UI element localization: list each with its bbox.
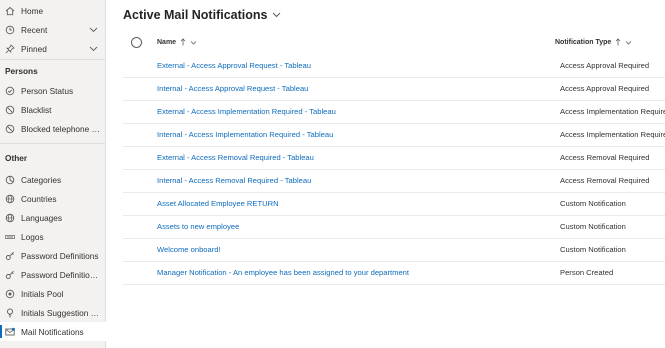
nav-mail-notifications[interactable]: Mail Notifications: [0, 322, 106, 341]
chevron-down-icon[interactable]: [625, 39, 632, 46]
nav-password-definition-2-label: Password Definition ...: [21, 269, 102, 280]
globe-icon: [5, 194, 15, 204]
chevron-down-icon[interactable]: [89, 44, 98, 53]
row-name-link[interactable]: External - Access Approval Request - Tab…: [157, 61, 311, 70]
sort-ascending-icon: [615, 38, 621, 46]
column-header-notification-type[interactable]: Notification Type: [555, 38, 632, 46]
globe-icon: [5, 213, 15, 223]
nav-mail-notifications-label: Mail Notifications: [21, 326, 84, 337]
nav-recent[interactable]: Recent: [0, 20, 106, 39]
column-header-type-label: Notification Type: [555, 38, 612, 46]
nav-initials-pool[interactable]: Initials Pool: [0, 284, 106, 303]
nav-blacklist[interactable]: Blacklist: [0, 100, 106, 119]
page-title-text: Active Mail Notifications: [123, 8, 268, 22]
blocked-phone-icon: [5, 124, 15, 134]
row-type: Access Removal Required: [560, 176, 650, 185]
nav-person-status[interactable]: Person Status: [0, 81, 106, 100]
table-row[interactable]: Asset Allocated Employee RETURN Custom N…: [123, 192, 665, 216]
nav-countries[interactable]: Countries: [0, 189, 106, 208]
nav-logos[interactable]: Logos: [0, 227, 106, 246]
nav-initials-suggestion-label: Initials Suggestion D...: [21, 307, 102, 318]
row-type: Custom Notification: [560, 199, 626, 208]
row-type: Access Approval Required: [560, 61, 650, 70]
sort-ascending-icon: [180, 38, 186, 46]
row-name-link[interactable]: Welcome onboard!: [157, 245, 221, 254]
row-name-link[interactable]: Internal - Access Removal Required - Tab…: [157, 176, 311, 185]
suggestion-icon: [5, 307, 15, 318]
row-type: Custom Notification: [560, 245, 626, 254]
password-icon: [5, 270, 15, 280]
chevron-down-icon[interactable]: [89, 25, 98, 34]
nav-initials-suggestion[interactable]: Initials Suggestion D...: [0, 303, 106, 322]
group-title-other: Other: [5, 153, 28, 163]
row-name-link[interactable]: External - Access Removal Required - Tab…: [157, 153, 314, 162]
password-icon: [5, 251, 15, 261]
blocked-icon: [5, 105, 15, 115]
table-row[interactable]: Internal - Access Implementation Require…: [123, 123, 665, 147]
row-name-link[interactable]: Internal - Access Approval Request - Tab…: [157, 84, 308, 93]
nav-person-status-label: Person Status: [21, 85, 74, 96]
row-name-link[interactable]: Asset Allocated Employee RETURN: [157, 199, 279, 208]
nav-logos-label: Logos: [21, 231, 44, 242]
sidebar-divider: [0, 59, 106, 60]
nav-home[interactable]: Home: [0, 1, 106, 20]
nav-languages-label: Languages: [21, 212, 63, 223]
pool-icon: [5, 289, 15, 299]
sidebar-divider: [0, 143, 106, 144]
table-row[interactable]: Internal - Access Approval Request - Tab…: [123, 77, 665, 101]
grid-header: Name Notification Type: [123, 34, 665, 51]
chevron-down-icon[interactable]: [190, 39, 197, 46]
group-title-persons: Persons: [5, 66, 38, 76]
pin-icon: [5, 43, 15, 54]
mail-notification-icon: [5, 327, 15, 337]
table-row[interactable]: Manager Notification - An employee has b…: [123, 261, 665, 285]
nav-initials-pool-label: Initials Pool: [21, 288, 64, 299]
nav-categories-label: Categories: [21, 174, 62, 185]
clock-icon: [5, 25, 15, 35]
table-row[interactable]: External - Access Approval Request - Tab…: [123, 54, 665, 78]
main-content: Active Mail Notifications Name Notificat…: [106, 0, 665, 348]
table-row[interactable]: External - Access Implementation Require…: [123, 100, 665, 124]
home-icon: [5, 6, 15, 16]
nav-categories[interactable]: Categories: [0, 170, 106, 189]
row-type: Access Removal Required: [560, 153, 650, 162]
nav-password-definitions[interactable]: Password Definitions: [0, 246, 106, 265]
nav-blocked-telephone[interactable]: Blocked telephone n...: [0, 119, 106, 138]
table-row[interactable]: Welcome onboard! Custom Notification: [123, 238, 665, 262]
nav-countries-label: Countries: [21, 193, 57, 204]
row-name-link[interactable]: Assets to new employee: [157, 222, 239, 231]
row-type: Person Created: [560, 268, 614, 277]
row-type: Access Implementation Required: [560, 107, 665, 116]
categories-icon: [5, 175, 15, 185]
table-row[interactable]: External - Access Removal Required - Tab…: [123, 146, 665, 170]
chevron-down-icon[interactable]: [272, 8, 281, 22]
row-name-link[interactable]: Manager Notification - An employee has b…: [157, 268, 409, 277]
nav-password-definition-2[interactable]: Password Definition ...: [0, 265, 106, 284]
nav-blocked-telephone-label: Blocked telephone n...: [21, 123, 102, 134]
column-header-name-label: Name: [157, 38, 177, 46]
row-name-link[interactable]: External - Access Implementation Require…: [157, 107, 336, 116]
nav-blacklist-label: Blacklist: [21, 104, 52, 115]
person-status-icon: [5, 86, 15, 96]
page-title[interactable]: Active Mail Notifications: [123, 8, 281, 22]
select-all-checkbox[interactable]: [131, 37, 142, 48]
row-type: Access Implementation Required: [560, 130, 665, 139]
sidebar: Home Recent Pinned Persons Person Status…: [0, 0, 106, 348]
nav-pinned[interactable]: Pinned: [0, 39, 106, 58]
column-header-name[interactable]: Name: [157, 38, 197, 46]
table-row[interactable]: Internal - Access Removal Required - Tab…: [123, 169, 665, 193]
logo-icon: [5, 232, 15, 242]
table-row[interactable]: Assets to new employee Custom Notificati…: [123, 215, 665, 239]
row-type: Custom Notification: [560, 222, 626, 231]
nav-password-definitions-label: Password Definitions: [21, 250, 99, 261]
nav-home-label: Home: [21, 5, 44, 16]
row-name-link[interactable]: Internal - Access Implementation Require…: [157, 130, 333, 139]
row-type: Access Approval Required: [560, 84, 650, 93]
nav-languages[interactable]: Languages: [0, 208, 106, 227]
